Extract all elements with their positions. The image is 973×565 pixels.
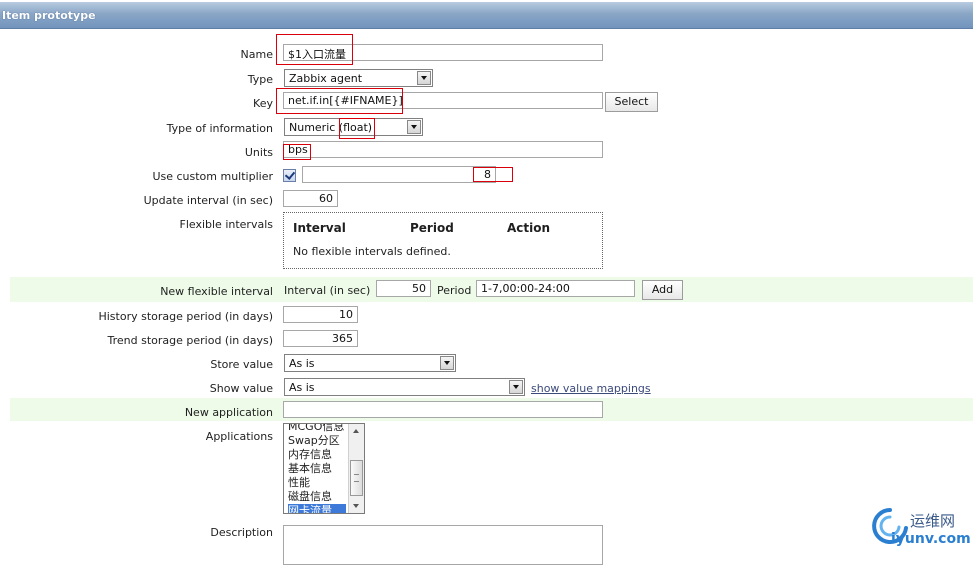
list-item[interactable]: 性能 bbox=[288, 476, 346, 490]
store-value-select[interactable]: As is bbox=[284, 354, 456, 372]
key-highlight bbox=[276, 88, 403, 114]
units-input[interactable]: bps bbox=[283, 141, 603, 158]
trend-storage-input[interactable]: 365 bbox=[283, 330, 358, 347]
type-select-value: Zabbix agent bbox=[289, 72, 363, 85]
trend-storage-label: Trend storage period (in days) bbox=[107, 334, 274, 347]
chevron-down-icon bbox=[417, 71, 431, 85]
store-value-label: Store value bbox=[210, 358, 273, 371]
list-item-selected[interactable]: 网卡流量 bbox=[288, 504, 346, 513]
new-application-input[interactable] bbox=[283, 401, 603, 418]
list-item[interactable]: 基本信息 bbox=[288, 462, 346, 476]
list-item[interactable]: 磁盘信息 bbox=[288, 490, 346, 504]
float-highlight bbox=[339, 118, 375, 139]
flexible-intervals-table: Interval Period Action No flexible inter… bbox=[283, 212, 603, 269]
description-textarea[interactable] bbox=[283, 525, 603, 565]
name-label: Name bbox=[240, 48, 273, 61]
applications-label: Applications bbox=[205, 430, 273, 443]
scroll-thumb[interactable] bbox=[350, 460, 363, 496]
interval-sec-label: Interval (in sec) bbox=[284, 284, 371, 297]
name-highlight bbox=[276, 34, 353, 65]
column-action: Action bbox=[507, 221, 551, 235]
type-of-information-label: Type of information bbox=[166, 122, 273, 135]
applications-scrollbar[interactable] bbox=[348, 424, 364, 513]
new-interval-input[interactable]: 50 bbox=[376, 280, 431, 297]
add-interval-button[interactable]: Add bbox=[642, 280, 683, 300]
custom-multiplier-label: Use custom multiplier bbox=[152, 170, 273, 183]
multiplier-highlight bbox=[473, 167, 513, 182]
list-item[interactable]: 内存信息 bbox=[288, 448, 346, 462]
chevron-down-icon bbox=[509, 380, 523, 394]
column-interval: Interval bbox=[293, 221, 346, 235]
form-title: Item prototype bbox=[2, 9, 96, 22]
update-interval-input[interactable]: 60 bbox=[283, 190, 338, 207]
custom-multiplier-checkbox[interactable] bbox=[283, 169, 296, 182]
period-label: Period bbox=[437, 284, 472, 297]
form-header: Item prototype bbox=[0, 2, 973, 29]
column-period: Period bbox=[410, 221, 454, 235]
update-interval-label: Update interval (in sec) bbox=[143, 194, 273, 207]
key-label: Key bbox=[253, 97, 273, 110]
show-value-mappings-link[interactable]: show value mappings bbox=[531, 382, 651, 395]
list-item[interactable]: Swap分区 bbox=[288, 434, 346, 448]
store-value-value: As is bbox=[289, 357, 315, 370]
description-label: Description bbox=[210, 526, 273, 539]
type-select[interactable]: Zabbix agent bbox=[284, 69, 433, 87]
flexible-intervals-label: Flexible intervals bbox=[179, 218, 274, 231]
chevron-down-icon bbox=[440, 356, 454, 370]
list-item[interactable]: MCGO信息 bbox=[288, 424, 346, 434]
applications-list: MCGO信息 Swap分区 内存信息 基本信息 性能 磁盘信息 网卡流量 bbox=[288, 424, 346, 513]
scroll-down-icon[interactable] bbox=[350, 499, 363, 512]
units-highlight bbox=[283, 144, 311, 160]
new-flexible-interval-label: New flexible interval bbox=[160, 285, 273, 298]
chevron-down-icon bbox=[407, 120, 421, 134]
show-value-label: Show value bbox=[209, 382, 273, 395]
flexible-intervals-empty-text: No flexible intervals defined. bbox=[293, 245, 451, 258]
watermark-url-text: iyunv.com bbox=[891, 531, 971, 547]
scroll-up-icon[interactable] bbox=[350, 425, 363, 438]
history-storage-label: History storage period (in days) bbox=[98, 310, 273, 323]
key-select-button[interactable]: Select bbox=[605, 92, 658, 112]
type-label: Type bbox=[247, 73, 273, 86]
show-value-value: As is bbox=[289, 381, 315, 394]
history-storage-input[interactable]: 10 bbox=[283, 306, 358, 323]
new-period-input[interactable]: 1-7,00:00-24:00 bbox=[476, 280, 635, 297]
applications-listbox[interactable]: MCGO信息 Swap分区 内存信息 基本信息 性能 磁盘信息 网卡流量 bbox=[283, 423, 365, 514]
show-value-select[interactable]: As is bbox=[284, 378, 525, 396]
units-label: Units bbox=[244, 146, 273, 159]
watermark-cn-text: 运维网 bbox=[910, 512, 956, 530]
custom-multiplier-input[interactable]: 8 bbox=[302, 166, 496, 183]
new-application-label: New application bbox=[184, 406, 273, 419]
